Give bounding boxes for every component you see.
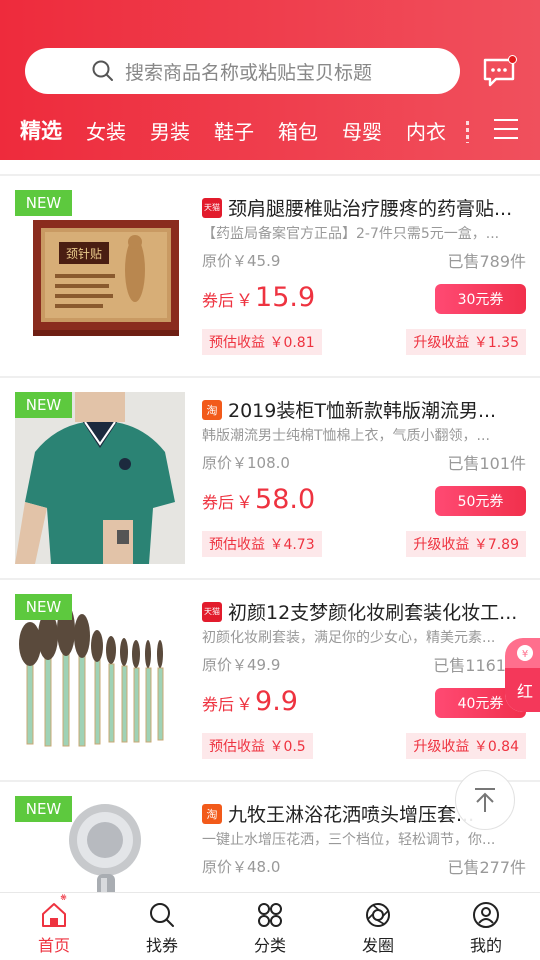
new-badge: NEW xyxy=(15,594,72,620)
coupon-button[interactable]: 30元券 xyxy=(435,284,526,314)
svg-text:¥: ¥ xyxy=(522,649,528,660)
home-icon xyxy=(42,903,66,927)
bottom-nav: ❋ 首页 找券 分类 发圈 我的 xyxy=(0,892,540,960)
search-placeholder: 搜索商品名称或粘贴宝贝标题 xyxy=(125,61,373,84)
tab-shoes[interactable]: 鞋子 xyxy=(214,116,254,145)
original-price: 原价￥48.0 xyxy=(202,858,281,876)
header: 搜索商品名称或粘贴宝贝标题 精选 女装 男装 鞋子 箱包 母婴 内衣 xyxy=(0,0,540,160)
sold-count: 已售1161 xyxy=(433,656,506,675)
nav-coupons[interactable]: 找券 xyxy=(108,893,216,960)
product-desc: 韩版潮流男士纯棉T恤棉上衣，气质小翻领，... xyxy=(202,428,490,444)
product-card[interactable]: NEW 颈针贴 天猫 颈肩腿腰椎贴治疗腰疼的药膏贴... 【药监局备案官方正品】… xyxy=(0,176,540,376)
taobao-badge: 淘 xyxy=(202,803,222,824)
nav-categories-label: 分类 xyxy=(253,936,286,955)
user-icon xyxy=(473,902,499,928)
nav-home[interactable]: ❋ 首页 xyxy=(0,892,108,960)
after-coupon-label: 券后 xyxy=(202,695,235,714)
product-info: 淘 2019装柜T恤新款韩版潮流男... 韩版潮流男士纯棉T恤棉上衣，气质小翻领… xyxy=(202,378,526,578)
price-value: 15.9 xyxy=(255,282,316,313)
product-card[interactable]: NEW 天猫 初颜12支梦颜化妆刷套装化妆工... 初颜化妆刷套装，满足你的少女… xyxy=(0,580,540,780)
nav-coupons-label: 找券 xyxy=(145,936,178,955)
sold-count: 已售789件 xyxy=(447,252,526,271)
tmall-badge: 天猫 xyxy=(202,197,222,218)
nav-profile-label: 我的 xyxy=(469,936,502,955)
nav-categories[interactable]: 分类 xyxy=(216,893,324,960)
camera-icon xyxy=(366,903,390,927)
back-to-top-button[interactable] xyxy=(455,770,515,830)
coupon-price: 券后 ￥ 9.9 xyxy=(202,686,298,717)
tmall-badge: 天猫 xyxy=(202,601,222,622)
search-icon xyxy=(92,60,113,81)
tab-bags[interactable]: 箱包 xyxy=(278,116,318,145)
sold-count: 已售101件 xyxy=(447,454,526,473)
upgrade-earning[interactable]: 升级收益 ￥7.89 xyxy=(406,531,526,557)
product-title[interactable]: 颈肩腿腰椎贴治疗腰疼的药膏贴... xyxy=(228,194,512,221)
red-packet-label: 红 xyxy=(505,668,540,712)
product-title[interactable]: 2019装柜T恤新款韩版潮流男... xyxy=(228,396,496,423)
after-coupon-label: 券后 xyxy=(202,493,235,512)
product-info: 天猫 初颜12支梦颜化妆刷套装化妆工... 初颜化妆刷套装，满足你的少女心，精美… xyxy=(202,580,526,780)
tab-women[interactable]: 女装 xyxy=(86,116,126,145)
currency-symbol: ￥ xyxy=(236,291,254,311)
red-packet-button[interactable]: ¥ 红 xyxy=(505,638,540,712)
original-price: 原价￥108.0 xyxy=(202,454,290,472)
product-card[interactable]: NEW 淘 2019装柜T恤新款韩版潮流男... 韩版潮流男士纯棉T恤棉上衣，气… xyxy=(0,378,540,578)
nav-profile[interactable]: 我的 xyxy=(432,893,540,960)
product-title[interactable]: 九牧王淋浴花洒喷头增压套... xyxy=(228,800,474,827)
estimated-earning: 预估收益 ￥4.73 xyxy=(202,531,322,557)
upgrade-earning[interactable]: 升级收益 ￥0.84 xyxy=(406,733,526,759)
tab-men[interactable]: 男装 xyxy=(150,116,190,145)
estimated-earning: 预估收益 ￥0.81 xyxy=(202,329,322,355)
tabs-divider xyxy=(466,121,469,143)
category-icon xyxy=(258,903,282,927)
nav-moments-label: 发圈 xyxy=(361,936,394,955)
product-desc: 初颜化妆刷套装，满足你的少女心，精美元素... xyxy=(202,630,496,646)
svg-text:颈针贴: 颈针贴 xyxy=(66,246,102,261)
coupon-price: 券后 ￥ 15.9 xyxy=(202,282,315,313)
new-badge: NEW xyxy=(15,392,72,418)
sold-count: 已售277件 xyxy=(447,858,526,877)
product-info: 天猫 颈肩腿腰椎贴治疗腰疼的药膏贴... 【药监局备案官方正品】2-7件只需5元… xyxy=(202,176,526,376)
estimated-earning: 预估收益 ￥0.5 xyxy=(202,733,313,759)
price-value: 9.9 xyxy=(255,686,298,717)
product-title[interactable]: 初颜12支梦颜化妆刷套装化妆工... xyxy=(228,598,517,625)
arrow-up-icon xyxy=(475,788,495,812)
upgrade-earning[interactable]: 升级收益 ￥1.35 xyxy=(406,329,526,355)
product-list[interactable]: NEW 颈针贴 天猫 颈肩腿腰椎贴治疗腰疼的药膏贴... 【药监局备案官方正品】… xyxy=(0,160,540,892)
original-price: 原价￥45.9 xyxy=(202,252,281,270)
currency-symbol: ￥ xyxy=(236,493,254,513)
red-packet-icon: ¥ xyxy=(505,638,540,668)
search-icon xyxy=(150,903,174,927)
unread-dot xyxy=(508,55,517,64)
after-coupon-label: 券后 xyxy=(202,291,235,310)
tab-featured[interactable]: 精选 xyxy=(20,115,62,145)
menu-icon[interactable] xyxy=(494,119,518,139)
new-badge: NEW xyxy=(15,796,72,822)
category-tabs: 精选 女装 男装 鞋子 箱包 母婴 内衣 xyxy=(20,112,470,148)
product-desc: 【药监局备案官方正品】2-7件只需5元一盒，... xyxy=(202,226,500,242)
search-bar[interactable]: 搜索商品名称或粘贴宝贝标题 xyxy=(25,48,460,94)
nav-home-label: 首页 xyxy=(37,936,70,955)
tab-underwear[interactable]: 内衣 xyxy=(406,116,446,145)
currency-symbol: ￥ xyxy=(236,695,254,715)
new-badge: NEW xyxy=(15,190,72,216)
tab-baby[interactable]: 母婴 xyxy=(342,116,382,145)
coupon-button[interactable]: 50元券 xyxy=(435,486,526,516)
coupon-price: 券后 ￥ 58.0 xyxy=(202,484,315,515)
price-value: 58.0 xyxy=(255,484,316,515)
product-desc: 一键止水增压花洒，三个档位，轻松调节，你... xyxy=(202,832,496,848)
taobao-badge: 淘 xyxy=(202,399,222,420)
nav-moments[interactable]: 发圈 xyxy=(324,893,432,960)
original-price: 原价￥49.9 xyxy=(202,656,281,674)
